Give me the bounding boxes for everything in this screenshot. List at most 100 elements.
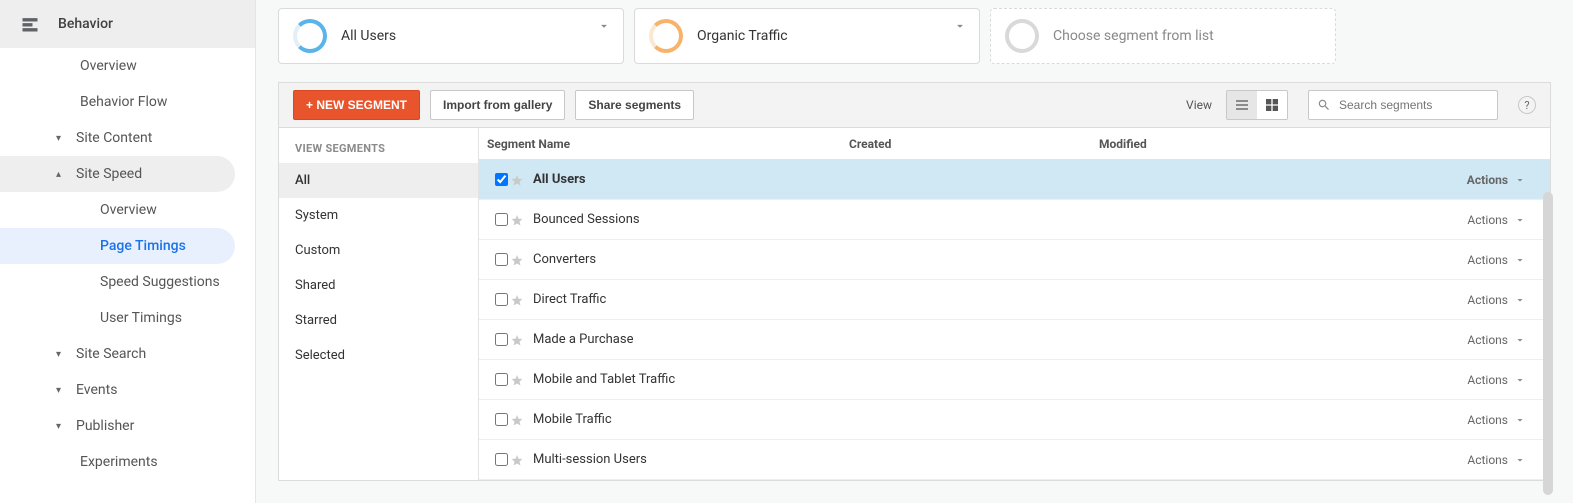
sidebar-item-site-content[interactable]: Site Content	[0, 120, 235, 156]
star-icon[interactable]	[509, 452, 533, 468]
sidebar-item-speed-suggestions[interactable]: Speed Suggestions	[0, 264, 235, 300]
table-row[interactable]: Direct Traffic Actions	[479, 280, 1550, 320]
filter-starred[interactable]: Starred	[279, 303, 478, 338]
search-segments[interactable]	[1308, 90, 1498, 120]
star-icon[interactable]	[509, 292, 533, 308]
star-icon[interactable]	[509, 372, 533, 388]
table-row[interactable]: Made a Purchase Actions	[479, 320, 1550, 360]
sidebar-item-site-speed-overview[interactable]: Overview	[0, 192, 235, 228]
import-from-gallery-button[interactable]: Import from gallery	[430, 90, 565, 120]
view-toggle	[1226, 90, 1288, 120]
segment-pill-organic-traffic[interactable]: Organic Traffic	[634, 8, 980, 64]
table-row[interactable]: Bounced Sessions Actions	[479, 200, 1550, 240]
table-row[interactable]: Multi-session Users Actions	[479, 440, 1550, 480]
table-row[interactable]: Mobile Traffic Actions	[479, 400, 1550, 440]
help-button[interactable]: ?	[1518, 96, 1536, 114]
row-checkbox-cell	[479, 370, 509, 390]
sidebar-item-page-timings[interactable]: Page Timings	[0, 228, 235, 264]
search-segments-input[interactable]	[1337, 97, 1489, 113]
sidebar-section-label: Behavior	[58, 16, 113, 32]
chevron-down-icon	[953, 19, 967, 37]
star-icon[interactable]	[509, 212, 533, 228]
segment-toolbar: + NEW SEGMENT Import from gallery Share …	[279, 82, 1550, 128]
row-checkbox[interactable]	[495, 293, 508, 306]
segment-pill-add[interactable]: Choose segment from list	[990, 8, 1336, 64]
sidebar-item-overview[interactable]: Overview	[0, 48, 235, 84]
row-actions-button[interactable]: Actions	[1467, 293, 1526, 307]
star-icon[interactable]	[509, 332, 533, 348]
row-checkbox[interactable]	[495, 413, 508, 426]
segment-table: Segment Name Created Modified All UsersA…	[479, 128, 1550, 480]
table-row[interactable]: All Users Actions	[479, 160, 1550, 200]
share-segments-button[interactable]: Share segments	[575, 90, 694, 120]
filter-all[interactable]: All	[279, 163, 478, 198]
sidebar-item-events[interactable]: Events	[0, 372, 235, 408]
scrollbar-thumb[interactable]	[1543, 192, 1553, 495]
segment-pill-placeholder: Choose segment from list	[1053, 28, 1214, 44]
row-actions-button[interactable]: Actions	[1467, 413, 1526, 427]
row-checkbox[interactable]	[495, 253, 508, 266]
row-checkbox-cell	[479, 410, 509, 430]
view-label: View	[1186, 98, 1212, 112]
star-icon[interactable]	[509, 252, 533, 268]
row-checkbox[interactable]	[495, 373, 508, 386]
row-actions-button[interactable]: Actions	[1467, 213, 1526, 227]
sidebar-item-site-speed[interactable]: Site Speed	[0, 156, 235, 192]
sidebar-item-experiments[interactable]: Experiments	[0, 444, 235, 480]
row-segment-name: Mobile and Tablet Traffic	[533, 372, 853, 387]
col-created[interactable]: Created	[849, 137, 1099, 151]
star-icon[interactable]	[509, 412, 533, 428]
segment-table-header: Segment Name Created Modified	[479, 128, 1550, 160]
filter-system[interactable]: System	[279, 198, 478, 233]
grid-icon	[1264, 97, 1280, 113]
sidebar-item-user-timings[interactable]: User Timings	[0, 300, 235, 336]
chevron-down-icon	[597, 19, 611, 37]
sidebar-section-behavior[interactable]: Behavior	[0, 0, 255, 48]
segment-pill-row: All Users Organic Traffic Choose segment…	[256, 0, 1573, 82]
row-segment-name: Direct Traffic	[533, 292, 853, 307]
filter-shared[interactable]: Shared	[279, 268, 478, 303]
row-checkbox-cell	[479, 170, 509, 190]
view-list-button[interactable]	[1227, 91, 1257, 119]
sidebar: Behavior Overview Behavior Flow Site Con…	[0, 0, 256, 503]
row-segment-name: Multi-session Users	[533, 452, 853, 467]
filter-custom[interactable]: Custom	[279, 233, 478, 268]
table-row[interactable]: ConvertersActions	[479, 240, 1550, 280]
segment-ring-icon	[293, 19, 327, 53]
row-actions-button[interactable]: Actions	[1467, 453, 1526, 467]
row-actions-button[interactable]: Actions	[1467, 173, 1526, 187]
col-segment-name[interactable]: Segment Name	[479, 137, 849, 151]
col-modified[interactable]: Modified	[1099, 137, 1349, 151]
segment-pill-label: Organic Traffic	[697, 28, 788, 44]
row-checkbox[interactable]	[495, 333, 508, 346]
row-segment-name: Made a Purchase	[533, 332, 853, 347]
row-checkbox[interactable]	[495, 453, 508, 466]
sidebar-item-publisher[interactable]: Publisher	[0, 408, 235, 444]
row-actions-button[interactable]: Actions	[1467, 373, 1526, 387]
segment-pill-label: All Users	[341, 28, 396, 44]
new-segment-button[interactable]: + NEW SEGMENT	[293, 90, 420, 120]
row-checkbox-cell	[479, 450, 509, 470]
filter-selected[interactable]: Selected	[279, 338, 478, 373]
row-checkbox[interactable]	[495, 173, 508, 186]
sidebar-items: Overview Behavior Flow Site Content Site…	[0, 48, 255, 480]
sidebar-item-site-search[interactable]: Site Search	[0, 336, 235, 372]
row-segment-name: All Users	[533, 172, 853, 187]
row-segment-name: Bounced Sessions	[533, 212, 853, 227]
row-actions-button[interactable]: Actions	[1467, 333, 1526, 347]
row-checkbox-cell	[479, 330, 509, 350]
segment-pill-all-users[interactable]: All Users	[278, 8, 624, 64]
row-checkbox[interactable]	[495, 213, 508, 226]
segment-ring-icon	[1005, 19, 1039, 53]
star-icon[interactable]	[509, 172, 533, 188]
row-segment-name: Mobile Traffic	[533, 412, 853, 427]
table-row[interactable]: Mobile and Tablet Traffic Actions	[479, 360, 1550, 400]
sidebar-item-behavior-flow[interactable]: Behavior Flow	[0, 84, 235, 120]
search-icon	[1317, 98, 1331, 112]
view-grid-button[interactable]	[1257, 91, 1287, 119]
list-icon	[1234, 97, 1250, 113]
filter-heading: VIEW SEGMENTS	[279, 128, 478, 163]
row-checkbox-cell	[479, 250, 509, 270]
row-actions-button[interactable]: Actions	[1467, 253, 1526, 267]
segment-filter-column: VIEW SEGMENTS All System Custom Shared S…	[279, 128, 479, 480]
